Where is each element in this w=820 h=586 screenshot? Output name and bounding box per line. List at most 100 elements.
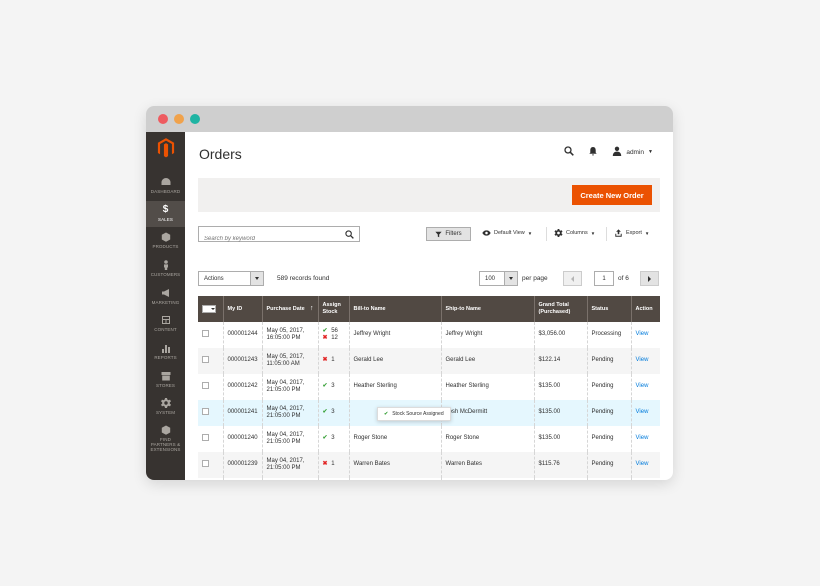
sidebar-item-content[interactable]: CONTENT xyxy=(146,311,185,337)
ship-to-name: Josh McDermitt xyxy=(441,400,535,426)
assign-stock: ✔ 56 ✖ 12 xyxy=(318,322,350,348)
admin-username: admin xyxy=(626,148,645,156)
check-icon: ✔ xyxy=(322,383,328,390)
magento-logo-icon[interactable] xyxy=(146,138,185,162)
admin-sidebar: DASHBOARD $ SALES PRODUCTS CUSTOMERS MAR… xyxy=(146,132,185,480)
sidebar-item-label: FIND PARTNERS & EXTENSIONS xyxy=(150,437,181,452)
sidebar-item-label: PRODUCTS xyxy=(152,244,179,249)
row-select-cell xyxy=(198,426,224,452)
window-titlebar xyxy=(146,106,673,132)
sidebar-item-label: REPORTS xyxy=(154,355,177,360)
column-header[interactable]: My ID xyxy=(223,296,263,322)
per-page-label: per page xyxy=(522,275,548,282)
check-icon: ✔ xyxy=(322,327,328,334)
order-id: 000001244 xyxy=(223,322,263,348)
page-actions-bar: Create New Order xyxy=(198,178,660,212)
sidebar-item-find-partners[interactable]: FIND PARTNERS & EXTENSIONS xyxy=(146,422,185,452)
view-order-link[interactable]: View xyxy=(636,461,649,467)
admin-user-menu[interactable]: admin ▼ xyxy=(612,146,653,158)
sidebar-item-sales[interactable]: $ SALES xyxy=(146,201,185,227)
eye-icon xyxy=(482,230,491,236)
previous-page-button[interactable] xyxy=(563,271,582,286)
bar-chart-icon xyxy=(161,340,171,353)
table-row[interactable]: 000001242 May 04, 2017, 21:05:00 PM ✔ 3 Heat… xyxy=(198,374,660,400)
mass-select-checkbox[interactable] xyxy=(202,305,216,313)
sidebar-item-marketing[interactable]: MARKETING xyxy=(146,284,185,310)
grand-total: $135.00 xyxy=(534,400,588,426)
row-checkbox[interactable] xyxy=(202,355,209,363)
sidebar-item-products[interactable]: PRODUCTS xyxy=(146,228,185,254)
filters-button[interactable]: Filters xyxy=(426,227,471,241)
sidebar-item-stores[interactable]: STORES xyxy=(146,367,185,393)
stock-status: ✖ 12 xyxy=(322,335,338,341)
sidebar-item-dashboard[interactable]: DASHBOARD xyxy=(146,173,185,199)
layout-icon xyxy=(161,312,171,325)
mass-actions-select[interactable]: Actions xyxy=(198,271,264,286)
table-row[interactable]: 000001239 May 04, 2017, 21:05:00 PM ✖ 1 Warr… xyxy=(198,452,660,478)
row-checkbox[interactable] xyxy=(202,381,209,389)
grand-total: $135.00 xyxy=(534,374,588,400)
export-icon xyxy=(615,229,622,237)
sidebar-item-label: DASHBOARD xyxy=(150,189,181,194)
assign-stock: ✔ 3 xyxy=(318,426,350,452)
export-dropdown[interactable]: Export ▼ xyxy=(614,229,649,237)
column-header[interactable]: Bill-to Name xyxy=(349,296,442,322)
ship-to-name: Jeffrey Wright xyxy=(441,322,535,348)
column-header[interactable]: Assign Stock xyxy=(318,296,350,322)
search-input[interactable] xyxy=(199,232,339,246)
column-header[interactable]: Ship-to Name xyxy=(441,296,535,322)
sidebar-item-reports[interactable]: REPORTS xyxy=(146,339,185,365)
sidebar-item-label: STORES xyxy=(155,383,176,388)
default-view-label: Default View xyxy=(494,230,525,236)
order-status: Pending xyxy=(587,374,632,400)
row-checkbox[interactable] xyxy=(202,433,209,441)
order-status: Pending xyxy=(587,478,632,480)
select-arrow-icon xyxy=(250,272,263,285)
header-actions: admin ▼ xyxy=(564,146,653,158)
view-order-link[interactable]: View xyxy=(636,357,649,363)
next-page-button[interactable] xyxy=(640,271,659,286)
column-header[interactable]: Status xyxy=(587,296,632,322)
close-window-dot[interactable] xyxy=(158,114,168,124)
view-cell: View xyxy=(631,452,660,478)
orders-grid: My ID ↑ Purchase Date Assign Stock Bill-t… xyxy=(198,296,660,480)
sidebar-item-system[interactable]: SYSTEM xyxy=(146,394,185,420)
page-number-input[interactable]: 1 xyxy=(594,271,614,286)
order-status: Pending xyxy=(587,452,632,478)
row-checkbox[interactable] xyxy=(202,329,209,337)
row-checkbox[interactable] xyxy=(202,407,209,415)
minimize-window-dot[interactable] xyxy=(174,114,184,124)
column-header[interactable]: Grand Total (Purchased) xyxy=(534,296,588,322)
columns-dropdown[interactable]: Columns ▼ xyxy=(554,229,595,237)
bell-icon[interactable] xyxy=(588,146,598,158)
column-header-purchase-date[interactable]: ↑ Purchase Date xyxy=(262,296,319,322)
stock-status: ✔ 56 xyxy=(322,327,338,334)
row-checkbox[interactable] xyxy=(202,459,209,467)
grand-total: $135.00 xyxy=(534,426,588,452)
create-new-order-button[interactable]: Create New Order xyxy=(572,185,652,205)
stock-status: ✖ 1 xyxy=(322,461,335,468)
sidebar-item-label: CONTENT xyxy=(154,327,177,332)
table-row[interactable]: 000001240 May 04, 2017, 21:05:00 PM ✔ 3 Roge… xyxy=(198,426,660,452)
default-view-dropdown[interactable]: Default View ▼ xyxy=(482,229,532,237)
table-row[interactable]: 000001244 May 05, 2017, 16:05:00 PM ✔ 56 ✖ 1… xyxy=(198,322,660,348)
check-icon: ✔ xyxy=(322,409,328,416)
table-row[interactable]: 000001243 May 05, 2017, 11:05:00 AM ✖ 1 Gera… xyxy=(198,348,660,374)
order-status: Pending xyxy=(587,348,632,374)
cross-icon: ✖ xyxy=(322,357,328,364)
search-icon[interactable] xyxy=(564,146,575,158)
per-page-select[interactable]: 100 xyxy=(479,271,518,286)
chevron-down-icon: ▼ xyxy=(590,230,596,236)
maximize-window-dot[interactable] xyxy=(190,114,200,124)
sidebar-item-customers[interactable]: CUSTOMERS xyxy=(146,256,185,282)
order-id: 000001243 xyxy=(223,348,263,374)
gear-icon xyxy=(554,229,563,237)
stock-assigned-tooltip: ✔ Stock Source Assigned xyxy=(377,407,451,421)
search-submit-icon[interactable] xyxy=(345,230,354,239)
view-order-link[interactable]: View xyxy=(636,435,649,441)
view-order-link[interactable]: View xyxy=(636,383,649,389)
purchase-date: May 04, 2017,21:05:00 PM xyxy=(262,400,319,426)
view-order-link[interactable]: View xyxy=(636,409,649,415)
table-row[interactable]: 000001238May 04, 2017,21:05:00 PM✔ 1Step… xyxy=(198,478,660,480)
view-order-link[interactable]: View xyxy=(636,331,649,337)
